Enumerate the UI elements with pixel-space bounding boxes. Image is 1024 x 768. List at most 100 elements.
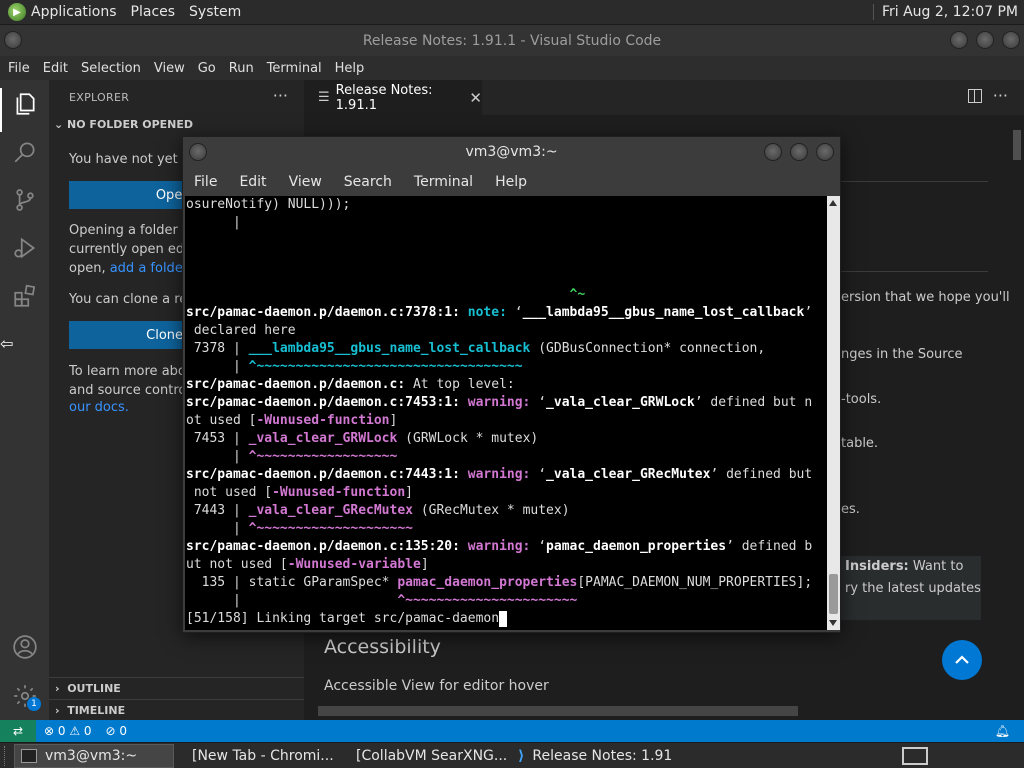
problems-status[interactable]: ⊗ 0 ⚠ 0 bbox=[44, 724, 92, 738]
menu-terminal[interactable]: Terminal bbox=[267, 61, 322, 76]
minimize-button[interactable] bbox=[950, 31, 968, 49]
terminal-line: src/pamac-daemon.p/daemon.c: At top leve… bbox=[186, 377, 515, 392]
chevron-right-icon: › bbox=[55, 704, 68, 717]
terminal-line: | ^~~~~~~~~~~~~~~~~~~~~~~ bbox=[186, 593, 578, 608]
editor-horizontal-scrollbar[interactable] bbox=[318, 706, 798, 716]
preview-icon: ☰ bbox=[318, 90, 330, 105]
terminal-menu-terminal[interactable]: Terminal bbox=[414, 174, 473, 190]
clock[interactable]: Fri Aug 2, 12:07 PM bbox=[872, 4, 1018, 20]
mouse-cursor-icon: ⇦ bbox=[0, 334, 14, 353]
ports-status[interactable]: ⊘ 0 bbox=[106, 724, 128, 738]
terminal-line: ot used [-Wunused-function] bbox=[186, 413, 398, 428]
terminal-line: | ^~~~~~~~~~~~~~~~~~~~~ bbox=[186, 521, 413, 536]
terminal-title: vm3@vm3:~ bbox=[465, 144, 558, 160]
menu-selection[interactable]: Selection bbox=[81, 61, 141, 76]
accessibility-heading: Accessibility bbox=[324, 636, 441, 658]
outline-label: OUTLINE bbox=[67, 682, 121, 695]
terminal-prompt-line: [51/158] Linking target src/pamac-daemon bbox=[185, 610, 827, 628]
taskbar-item-label: Release Notes: 1.91.... bbox=[532, 747, 672, 764]
divider bbox=[834, 271, 988, 272]
close-icon[interactable]: ✕ bbox=[469, 89, 482, 107]
menu-file[interactable]: File bbox=[8, 61, 30, 76]
activity-bar: 1 bbox=[0, 80, 49, 720]
explorer-more-icon[interactable]: ··· bbox=[273, 86, 288, 105]
menu-run[interactable]: Run bbox=[229, 61, 254, 76]
terminal-line: declared here bbox=[186, 323, 296, 338]
taskbar-item-searxng[interactable]: [CollabVM SearXNG... bbox=[342, 744, 508, 768]
menu-go[interactable]: Go bbox=[198, 61, 216, 76]
places-menu[interactable]: Places bbox=[131, 4, 176, 20]
taskbar-item-chromium[interactable]: [New Tab - Chromi... bbox=[178, 744, 338, 768]
manage-gear-icon[interactable]: 1 bbox=[12, 683, 41, 711]
chevron-right-icon: › bbox=[55, 682, 68, 695]
menu-edit[interactable]: Edit bbox=[43, 61, 68, 76]
terminal-line: | bbox=[186, 215, 241, 230]
accounts-icon[interactable] bbox=[12, 634, 38, 660]
terminal-title-bar[interactable]: vm3@vm3:~ bbox=[183, 137, 840, 167]
ports-count: 0 bbox=[119, 724, 128, 738]
minimize-button[interactable] bbox=[764, 143, 782, 161]
split-editor-icon[interactable] bbox=[968, 89, 982, 103]
vscode-menubar: File Edit Selection View Go Run Terminal… bbox=[0, 56, 1024, 80]
scroll-down-arrow-icon[interactable] bbox=[829, 620, 837, 626]
opening-text-3-prefix: open, bbox=[69, 261, 106, 276]
close-button[interactable] bbox=[1002, 31, 1020, 49]
system-menu[interactable]: System bbox=[189, 4, 241, 20]
scroll-up-arrow-icon[interactable] bbox=[829, 200, 837, 206]
menu-view[interactable]: View bbox=[154, 61, 185, 76]
terminal-window: vm3@vm3:~ File Edit View Search Terminal… bbox=[182, 136, 841, 633]
remote-indicator-icon[interactable]: ⇄ bbox=[0, 720, 36, 742]
warning-count: 0 bbox=[83, 724, 92, 738]
terminal-scroll-thumb[interactable] bbox=[829, 574, 838, 614]
terminal-line: not used [-Wunused-function] bbox=[186, 485, 413, 500]
add-folder-link[interactable]: add a folder bbox=[110, 261, 188, 276]
tab-release-notes[interactable]: ☰ Release Notes: 1.91.1 ✕ bbox=[304, 80, 482, 115]
active-indicator bbox=[0, 88, 2, 132]
explorer-icon[interactable] bbox=[12, 91, 38, 117]
applications-menu[interactable]: Applications bbox=[31, 4, 117, 20]
docs-link[interactable]: our docs. bbox=[69, 400, 129, 415]
insiders-text: Want to bbox=[908, 559, 964, 574]
insiders-bold: Insiders: bbox=[845, 559, 909, 574]
extensions-icon[interactable] bbox=[12, 283, 38, 309]
menu-help[interactable]: Help bbox=[335, 61, 365, 76]
release-notes-fragment: table. bbox=[841, 436, 879, 451]
editor-vertical-scrollbar[interactable] bbox=[1010, 115, 1024, 705]
close-button[interactable] bbox=[816, 143, 834, 161]
terminal-line: src/pamac-daemon.p/daemon.c:7453:1: warn… bbox=[186, 395, 813, 410]
editor-more-icon[interactable]: ··· bbox=[993, 86, 1008, 105]
explorer-title: EXPLORER bbox=[69, 91, 130, 104]
terminal-menubar: File Edit View Search Terminal Help bbox=[183, 167, 840, 196]
terminal-line: | ^~~~~~~~~~~~~~~~~~~~~~~~~~~~~~~~~~~ bbox=[186, 359, 523, 374]
outline-panel-header[interactable]: › OUTLINE bbox=[49, 677, 304, 699]
source-control-icon[interactable] bbox=[12, 187, 38, 213]
maximize-button[interactable] bbox=[976, 31, 994, 49]
window-menu-button[interactable] bbox=[4, 31, 22, 49]
applications-logo-icon[interactable]: ▶ bbox=[8, 3, 26, 21]
terminal-menu-help[interactable]: Help bbox=[495, 174, 527, 190]
timeline-panel-header[interactable]: › TIMELINE bbox=[49, 699, 304, 721]
no-folder-section[interactable]: ⌄ NO FOLDER OPENED bbox=[54, 118, 193, 131]
run-debug-icon[interactable] bbox=[12, 235, 38, 261]
scroll-thumb[interactable] bbox=[1013, 130, 1021, 160]
release-notes-fragment: es. bbox=[841, 502, 860, 517]
terminal-menu-view[interactable]: View bbox=[289, 174, 322, 190]
notifications-bell-icon[interactable]: 🔔︎ bbox=[995, 724, 1010, 738]
show-desktop-icon[interactable] bbox=[902, 746, 928, 765]
search-icon[interactable] bbox=[12, 139, 38, 165]
taskbar-item-terminal[interactable]: vm3@vm3:~ bbox=[14, 743, 174, 768]
terminal-menu-edit[interactable]: Edit bbox=[239, 174, 266, 190]
taskbar-item-vscode[interactable]: ⟩ Release Notes: 1.91.... bbox=[512, 744, 672, 768]
terminal-scrollbar[interactable] bbox=[827, 196, 840, 630]
scroll-to-top-button[interactable] bbox=[942, 640, 982, 680]
window-menu-button[interactable] bbox=[189, 143, 207, 161]
maximize-button[interactable] bbox=[790, 143, 808, 161]
editor-tab-bar: ☰ Release Notes: 1.91.1 ✕ ··· bbox=[304, 80, 1024, 115]
terminal-menu-search[interactable]: Search bbox=[344, 174, 392, 190]
terminal-line: ^~ bbox=[186, 287, 586, 302]
terminal-output[interactable]: osureNotify) NULL))); | ^~ src/pamac-dae… bbox=[185, 196, 827, 630]
terminal-menu-file[interactable]: File bbox=[194, 174, 217, 190]
terminal-icon bbox=[21, 748, 37, 763]
